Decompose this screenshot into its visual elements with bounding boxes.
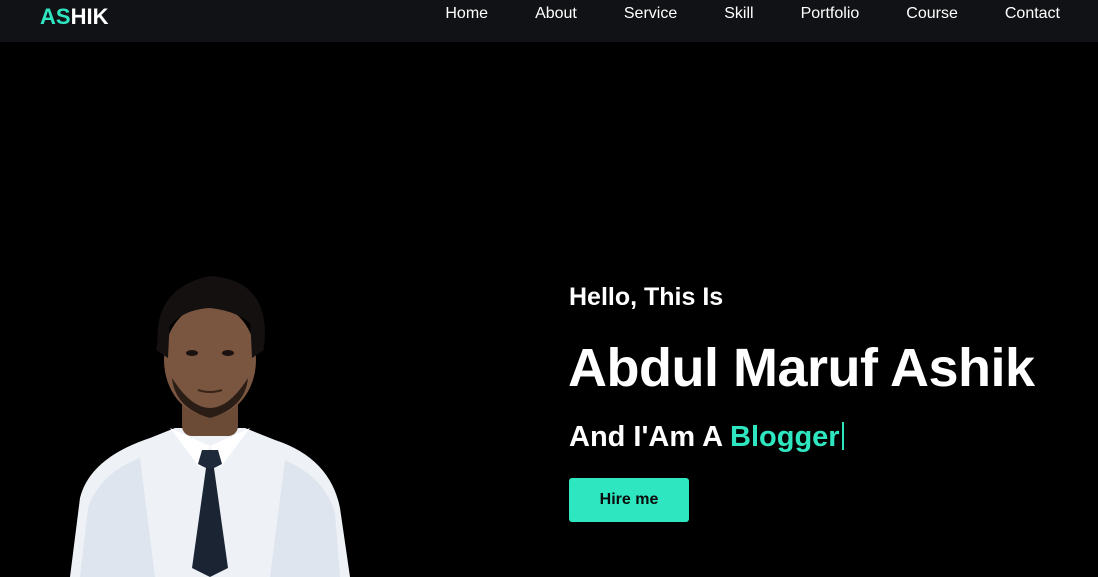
nav-contact[interactable]: Contact: [1005, 5, 1060, 23]
portrait-image: [70, 276, 350, 577]
hire-me-button[interactable]: Hire me: [569, 478, 689, 522]
nav-home[interactable]: Home: [445, 5, 488, 23]
role-text: Blogger: [730, 421, 840, 453]
navbar: ASHIK Home About Service Skill Portfolio…: [0, 0, 1098, 42]
nav-skill[interactable]: Skill: [724, 5, 753, 23]
nav-about[interactable]: About: [535, 5, 577, 23]
hero-greeting: Hello, This Is: [569, 283, 724, 311]
logo-rest: HIK: [70, 4, 109, 29]
logo-accent: AS: [40, 4, 71, 29]
nav-menu: Home About Service Skill Portfolio Cours…: [445, 0, 1060, 28]
hero-name: Abdul Maruf Ashik: [568, 338, 1035, 398]
hero-role-line: And I'Am A Blogger: [569, 421, 844, 454]
typing-cursor: [841, 422, 844, 450]
site-logo[interactable]: ASHIK: [40, 4, 108, 30]
role-prefix: And I'Am A: [569, 421, 731, 453]
nav-service[interactable]: Service: [624, 5, 677, 23]
nav-portfolio[interactable]: Portfolio: [801, 5, 860, 23]
nav-course[interactable]: Course: [906, 5, 958, 23]
